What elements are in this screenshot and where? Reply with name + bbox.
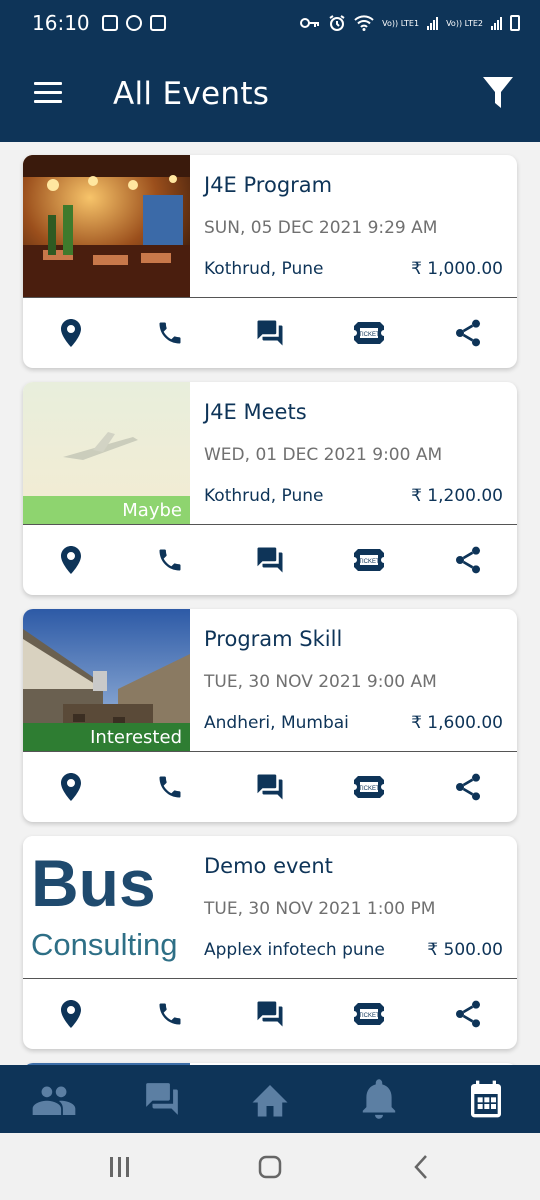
signal-1-icon bbox=[427, 16, 439, 30]
system-nav-bar bbox=[0, 1133, 540, 1200]
page-title: All Events bbox=[113, 76, 270, 112]
app-bar: All Events bbox=[0, 46, 540, 142]
event-date: TUE, 30 NOV 2021 1:00 PM bbox=[204, 899, 436, 919]
ticket-text: TICKET bbox=[358, 559, 380, 565]
event-location: Applex infotech pune bbox=[204, 940, 385, 960]
status-time: 16:10 bbox=[32, 11, 90, 35]
chat-icon[interactable] bbox=[253, 543, 287, 577]
phone-icon[interactable] bbox=[153, 316, 187, 350]
event-price: ₹ 1,600.00 bbox=[411, 713, 503, 733]
wifi-icon bbox=[354, 15, 374, 31]
hamburger-menu-icon[interactable] bbox=[34, 82, 62, 104]
chat-icon[interactable] bbox=[253, 316, 287, 350]
rsvp-badge: Maybe bbox=[23, 496, 190, 524]
event-card[interactable]: Maybe J4E Meets WED, 01 DEC 2021 9:00 AM… bbox=[23, 382, 517, 595]
logo-text-consulting: Consulting bbox=[31, 927, 178, 962]
network-1-label: Vo)) LTE1 bbox=[382, 18, 420, 28]
gallery-notification-icon bbox=[101, 15, 118, 31]
event-location: Kothrud, Pune bbox=[204, 486, 324, 506]
event-info: Demo event TUE, 30 NOV 2021 1:00 PM Appl… bbox=[190, 836, 517, 978]
share-icon[interactable] bbox=[451, 316, 485, 350]
event-card[interactable]: Interested Program Skill TUE, 30 NOV 202… bbox=[23, 609, 517, 822]
airplane-sky-photo: Maybe bbox=[23, 382, 190, 524]
ticket-text: TICKET bbox=[358, 786, 380, 792]
phone-icon[interactable] bbox=[153, 543, 187, 577]
share-icon[interactable] bbox=[451, 770, 485, 804]
ticket-icon[interactable]: TICKET bbox=[352, 316, 386, 350]
event-location: Andheri, Mumbai bbox=[204, 713, 349, 733]
home-button-icon[interactable] bbox=[255, 1153, 285, 1181]
event-card[interactable]: J4E Program SUN, 05 DEC 2021 9:29 AM Kot… bbox=[23, 155, 517, 368]
event-price: ₹ 500.00 bbox=[427, 940, 503, 960]
people-icon[interactable] bbox=[32, 1078, 76, 1120]
status-bar: 16:10 Vo)) LTE1 Vo)) LTE2 bbox=[0, 0, 540, 46]
event-price: ₹ 1,200.00 bbox=[411, 486, 503, 506]
event-card[interactable]: Bus Consulting Demo event TUE, 30 NOV 20… bbox=[23, 836, 517, 1049]
ticket-text: TICKET bbox=[358, 1013, 380, 1019]
rsvp-badge: Interested bbox=[23, 723, 190, 751]
share-icon[interactable] bbox=[451, 543, 485, 577]
event-info: J4E Program SUN, 05 DEC 2021 9:29 AM Kot… bbox=[190, 155, 517, 297]
card-actions: TICKET bbox=[23, 752, 517, 822]
logo-text-bus: Bus bbox=[31, 846, 156, 920]
location-pin-icon[interactable] bbox=[54, 316, 88, 350]
ticket-icon[interactable]: TICKET bbox=[352, 543, 386, 577]
phone-icon[interactable] bbox=[153, 997, 187, 1031]
event-list[interactable]: J4E Program SUN, 05 DEC 2021 9:29 AM Kot… bbox=[0, 142, 540, 1065]
recent-apps-icon[interactable] bbox=[105, 1153, 135, 1181]
event-title[interactable]: J4E Meets bbox=[204, 400, 307, 424]
ticket-text: TICKET bbox=[358, 332, 380, 338]
chat-icon[interactable] bbox=[253, 770, 287, 804]
back-icon[interactable] bbox=[406, 1153, 436, 1181]
status-left: 16:10 bbox=[32, 11, 166, 35]
location-pin-icon[interactable] bbox=[54, 770, 88, 804]
filter-funnel-icon[interactable] bbox=[482, 76, 514, 110]
event-title[interactable]: Program Skill bbox=[204, 627, 342, 651]
calendar-icon[interactable] bbox=[464, 1078, 508, 1120]
battery-icon bbox=[510, 15, 520, 31]
sync-notification-icon bbox=[125, 15, 142, 31]
chat-icon[interactable] bbox=[253, 997, 287, 1031]
card-actions: TICKET bbox=[23, 979, 517, 1049]
card-actions: TICKET bbox=[23, 298, 517, 368]
business-consulting-logo: Bus Consulting bbox=[23, 836, 190, 978]
event-price: ₹ 1,000.00 bbox=[411, 259, 503, 279]
signal-2-icon bbox=[491, 16, 502, 30]
status-right: Vo)) LTE1 Vo)) LTE2 bbox=[300, 14, 520, 32]
event-date: SUN, 05 DEC 2021 9:29 AM bbox=[204, 218, 438, 238]
phone-icon[interactable] bbox=[153, 770, 187, 804]
forum-icon[interactable] bbox=[140, 1078, 184, 1120]
event-info: J4E Meets WED, 01 DEC 2021 9:00 AM Kothr… bbox=[190, 382, 517, 524]
location-pin-icon[interactable] bbox=[54, 543, 88, 577]
card-actions: TICKET bbox=[23, 525, 517, 595]
bottom-nav bbox=[0, 1065, 540, 1133]
event-title[interactable]: Demo event bbox=[204, 854, 333, 878]
network-2-label: Vo)) LTE2 bbox=[446, 18, 483, 28]
rooftop-terrace-photo: Interested bbox=[23, 609, 190, 751]
event-location: Kothrud, Pune bbox=[204, 259, 324, 279]
ticket-icon[interactable]: TICKET bbox=[352, 770, 386, 804]
share-icon[interactable] bbox=[451, 997, 485, 1031]
event-info: Program Skill TUE, 30 NOV 2021 9:00 AM A… bbox=[190, 609, 517, 751]
alarm-icon bbox=[329, 15, 345, 31]
event-date: WED, 01 DEC 2021 9:00 AM bbox=[204, 445, 443, 465]
home-icon[interactable] bbox=[248, 1078, 292, 1120]
app-notification-icon bbox=[149, 15, 166, 31]
restaurant-night-photo bbox=[23, 155, 190, 297]
vpn-key-icon bbox=[300, 18, 320, 28]
event-date: TUE, 30 NOV 2021 9:00 AM bbox=[204, 672, 437, 692]
ticket-icon[interactable]: TICKET bbox=[352, 997, 386, 1031]
bell-icon[interactable] bbox=[357, 1078, 401, 1120]
location-pin-icon[interactable] bbox=[54, 997, 88, 1031]
event-title[interactable]: J4E Program bbox=[204, 173, 332, 197]
